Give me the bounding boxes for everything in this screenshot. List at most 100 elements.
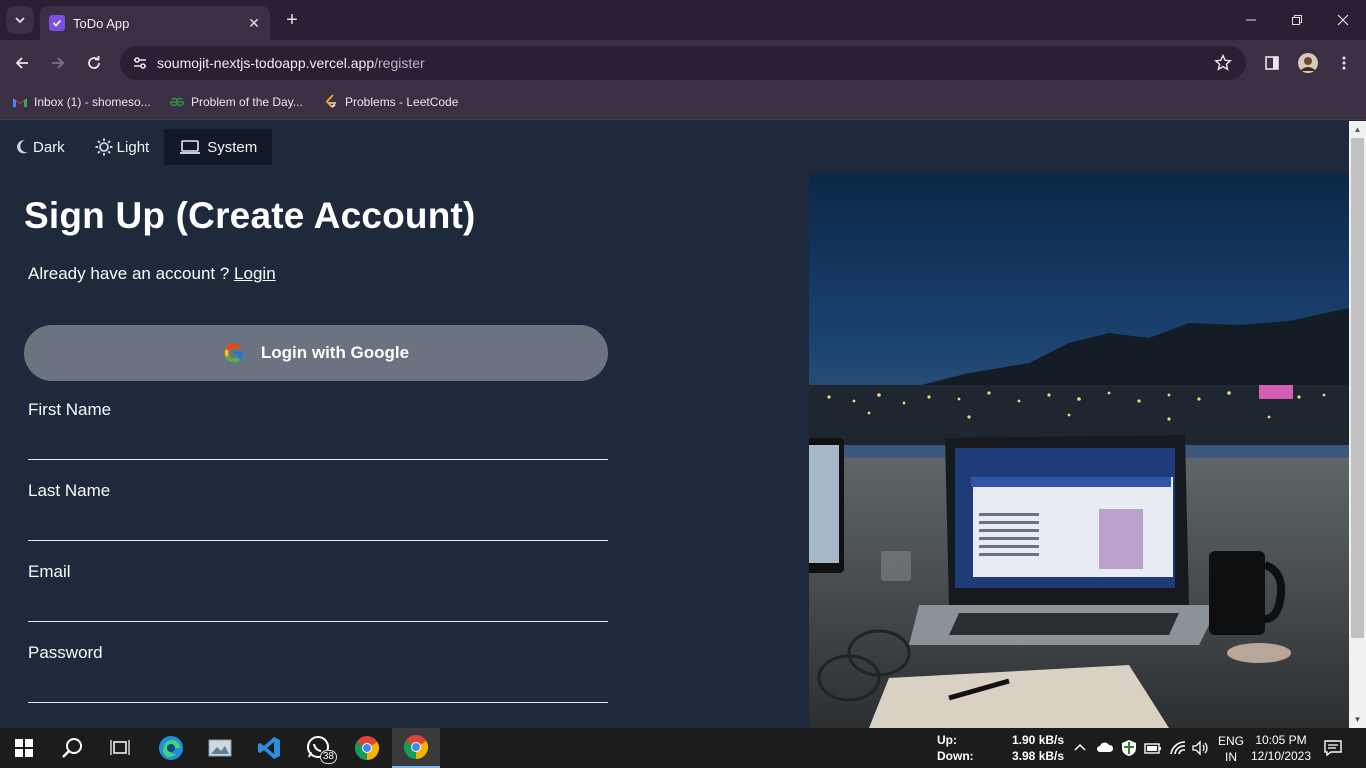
page-scrollbar[interactable]: ▲ ▼ [1349,121,1366,728]
windows-taskbar: 38 Up: Down: 1.90 kB/s 3.98 kB/s ENG IN … [0,728,1366,768]
already-account-text: Already have an account ? Login [28,264,276,284]
search-button[interactable] [48,728,96,768]
first-name-label: First Name [28,400,112,419]
password-label: Password [28,643,103,662]
theme-system-button[interactable]: System [164,129,273,165]
theme-switcher: Dark Light System [0,129,273,165]
bookmark-gmail[interactable]: Inbox (1) - shomeso... [12,94,151,110]
last-name-label: Last Name [28,481,111,500]
more-vertical-icon [1342,56,1346,70]
task-view-button[interactable] [96,728,144,768]
bookmark-label: Problem of the Day... [191,95,303,109]
site-settings-icon[interactable] [132,56,148,70]
theme-dark-button[interactable]: Dark [0,129,80,165]
bookmark-label: Problems - LeetCode [345,95,459,109]
taskbar-whatsapp[interactable]: 38 [294,728,342,768]
theme-light-button[interactable]: Light [80,129,165,165]
first-name-field[interactable]: First Name [28,400,608,460]
clock[interactable]: 10:05 PM 12/10/2023 [1248,732,1314,764]
login-link[interactable]: Login [234,264,276,283]
tab-close-icon[interactable]: ✕ [244,13,264,33]
taskbar-chrome-profile[interactable] [343,728,391,768]
chrome-icon [403,735,429,759]
security-shield-icon[interactable] [1121,739,1137,757]
chevron-down-icon [15,17,25,24]
language-indicator[interactable]: ENG IN [1216,733,1246,765]
cloud-icon[interactable] [1096,741,1114,753]
scroll-down-icon[interactable]: ▼ [1349,711,1366,728]
password-field[interactable]: Password [28,643,608,703]
theme-light-label: Light [116,138,150,156]
last-name-field[interactable]: Last Name [28,481,608,541]
task-view-icon [110,740,130,755]
image-viewer-icon [208,739,232,757]
theme-dark-label: Dark [33,138,65,156]
scroll-up-icon[interactable]: ▲ [1349,121,1366,138]
hero-photo [809,173,1349,728]
speaker-icon[interactable] [1192,740,1210,756]
taskbar-chrome-active[interactable] [392,728,440,768]
already-account-label: Already have an account ? [28,264,230,283]
minimize-icon [1246,19,1256,21]
restore-button[interactable] [1274,0,1320,40]
forward-button[interactable] [44,49,72,77]
arrow-right-icon [52,57,65,69]
tab-search-button[interactable] [6,6,34,34]
browser-menu-button[interactable] [1330,49,1358,77]
google-login-button[interactable]: Login with Google [24,325,608,381]
clock-date: 12/10/2023 [1250,749,1312,763]
email-field[interactable]: Email [28,562,608,622]
chrome-icon [354,736,380,760]
leetcode-icon [323,94,339,110]
search-icon [62,738,82,758]
star-icon[interactable] [1214,54,1232,72]
chevron-up-icon[interactable] [1074,742,1086,752]
side-panel-button[interactable] [1258,49,1286,77]
notification-icon[interactable] [1324,740,1342,756]
reload-icon [88,56,100,69]
battery-icon[interactable] [1144,741,1162,755]
net-speed-labels: Up: Down: [937,732,974,764]
bookmark-gfg[interactable]: Problem of the Day... [169,94,303,110]
scrollbar-thumb[interactable] [1351,138,1364,638]
wifi-icon[interactable] [1169,740,1187,756]
google-icon [224,343,244,363]
tab-title: ToDo App [73,15,130,31]
net-up-value: 1.90 kB/s [1012,733,1065,747]
whatsapp-badge: 38 [319,750,337,764]
avatar-icon [1298,53,1318,73]
moon-icon [17,140,28,154]
new-tab-button[interactable]: + [281,9,303,31]
url-path: /register [374,55,425,71]
browser-toolbar: soumojit-nextjs-todoapp.vercel.app/regis… [0,40,1366,86]
laptop-icon [180,140,201,154]
bookmarks-bar: Inbox (1) - shomeso... Problem of the Da… [0,86,1366,120]
language-bottom: IN [1225,750,1237,764]
taskbar-file-viewer[interactable] [196,728,244,768]
windows-logo-icon [15,739,33,757]
profile-avatar[interactable] [1294,49,1322,77]
theme-system-label: System [207,138,258,156]
start-button[interactable] [0,728,48,768]
bookmark-leetcode[interactable]: Problems - LeetCode [323,94,458,110]
url-host: soumojit-nextjs-todoapp.vercel.app [157,55,375,71]
geeksforgeeks-icon [169,94,185,110]
taskbar-edge[interactable] [147,728,195,768]
browser-tab[interactable]: ToDo App ✕ [40,6,270,40]
taskbar-vscode[interactable] [245,728,293,768]
minimize-button[interactable] [1228,0,1274,40]
todo-favicon-icon [49,15,65,31]
clock-time: 10:05 PM [1255,733,1307,747]
reload-button[interactable] [80,49,108,77]
close-icon [1337,14,1349,26]
google-login-label: Login with Google [260,343,410,362]
sun-icon [95,138,113,156]
restore-icon [1292,15,1302,25]
net-up-label: Up: [937,733,957,747]
url-text: soumojit-nextjs-todoapp.vercel.app/regis… [157,55,425,71]
close-window-button[interactable] [1320,0,1366,40]
net-speed-values: 1.90 kB/s 3.98 kB/s [1012,732,1064,764]
language-top: ENG [1217,734,1244,748]
back-button[interactable] [8,49,36,77]
address-bar[interactable]: soumojit-nextjs-todoapp.vercel.app/regis… [120,46,1246,80]
